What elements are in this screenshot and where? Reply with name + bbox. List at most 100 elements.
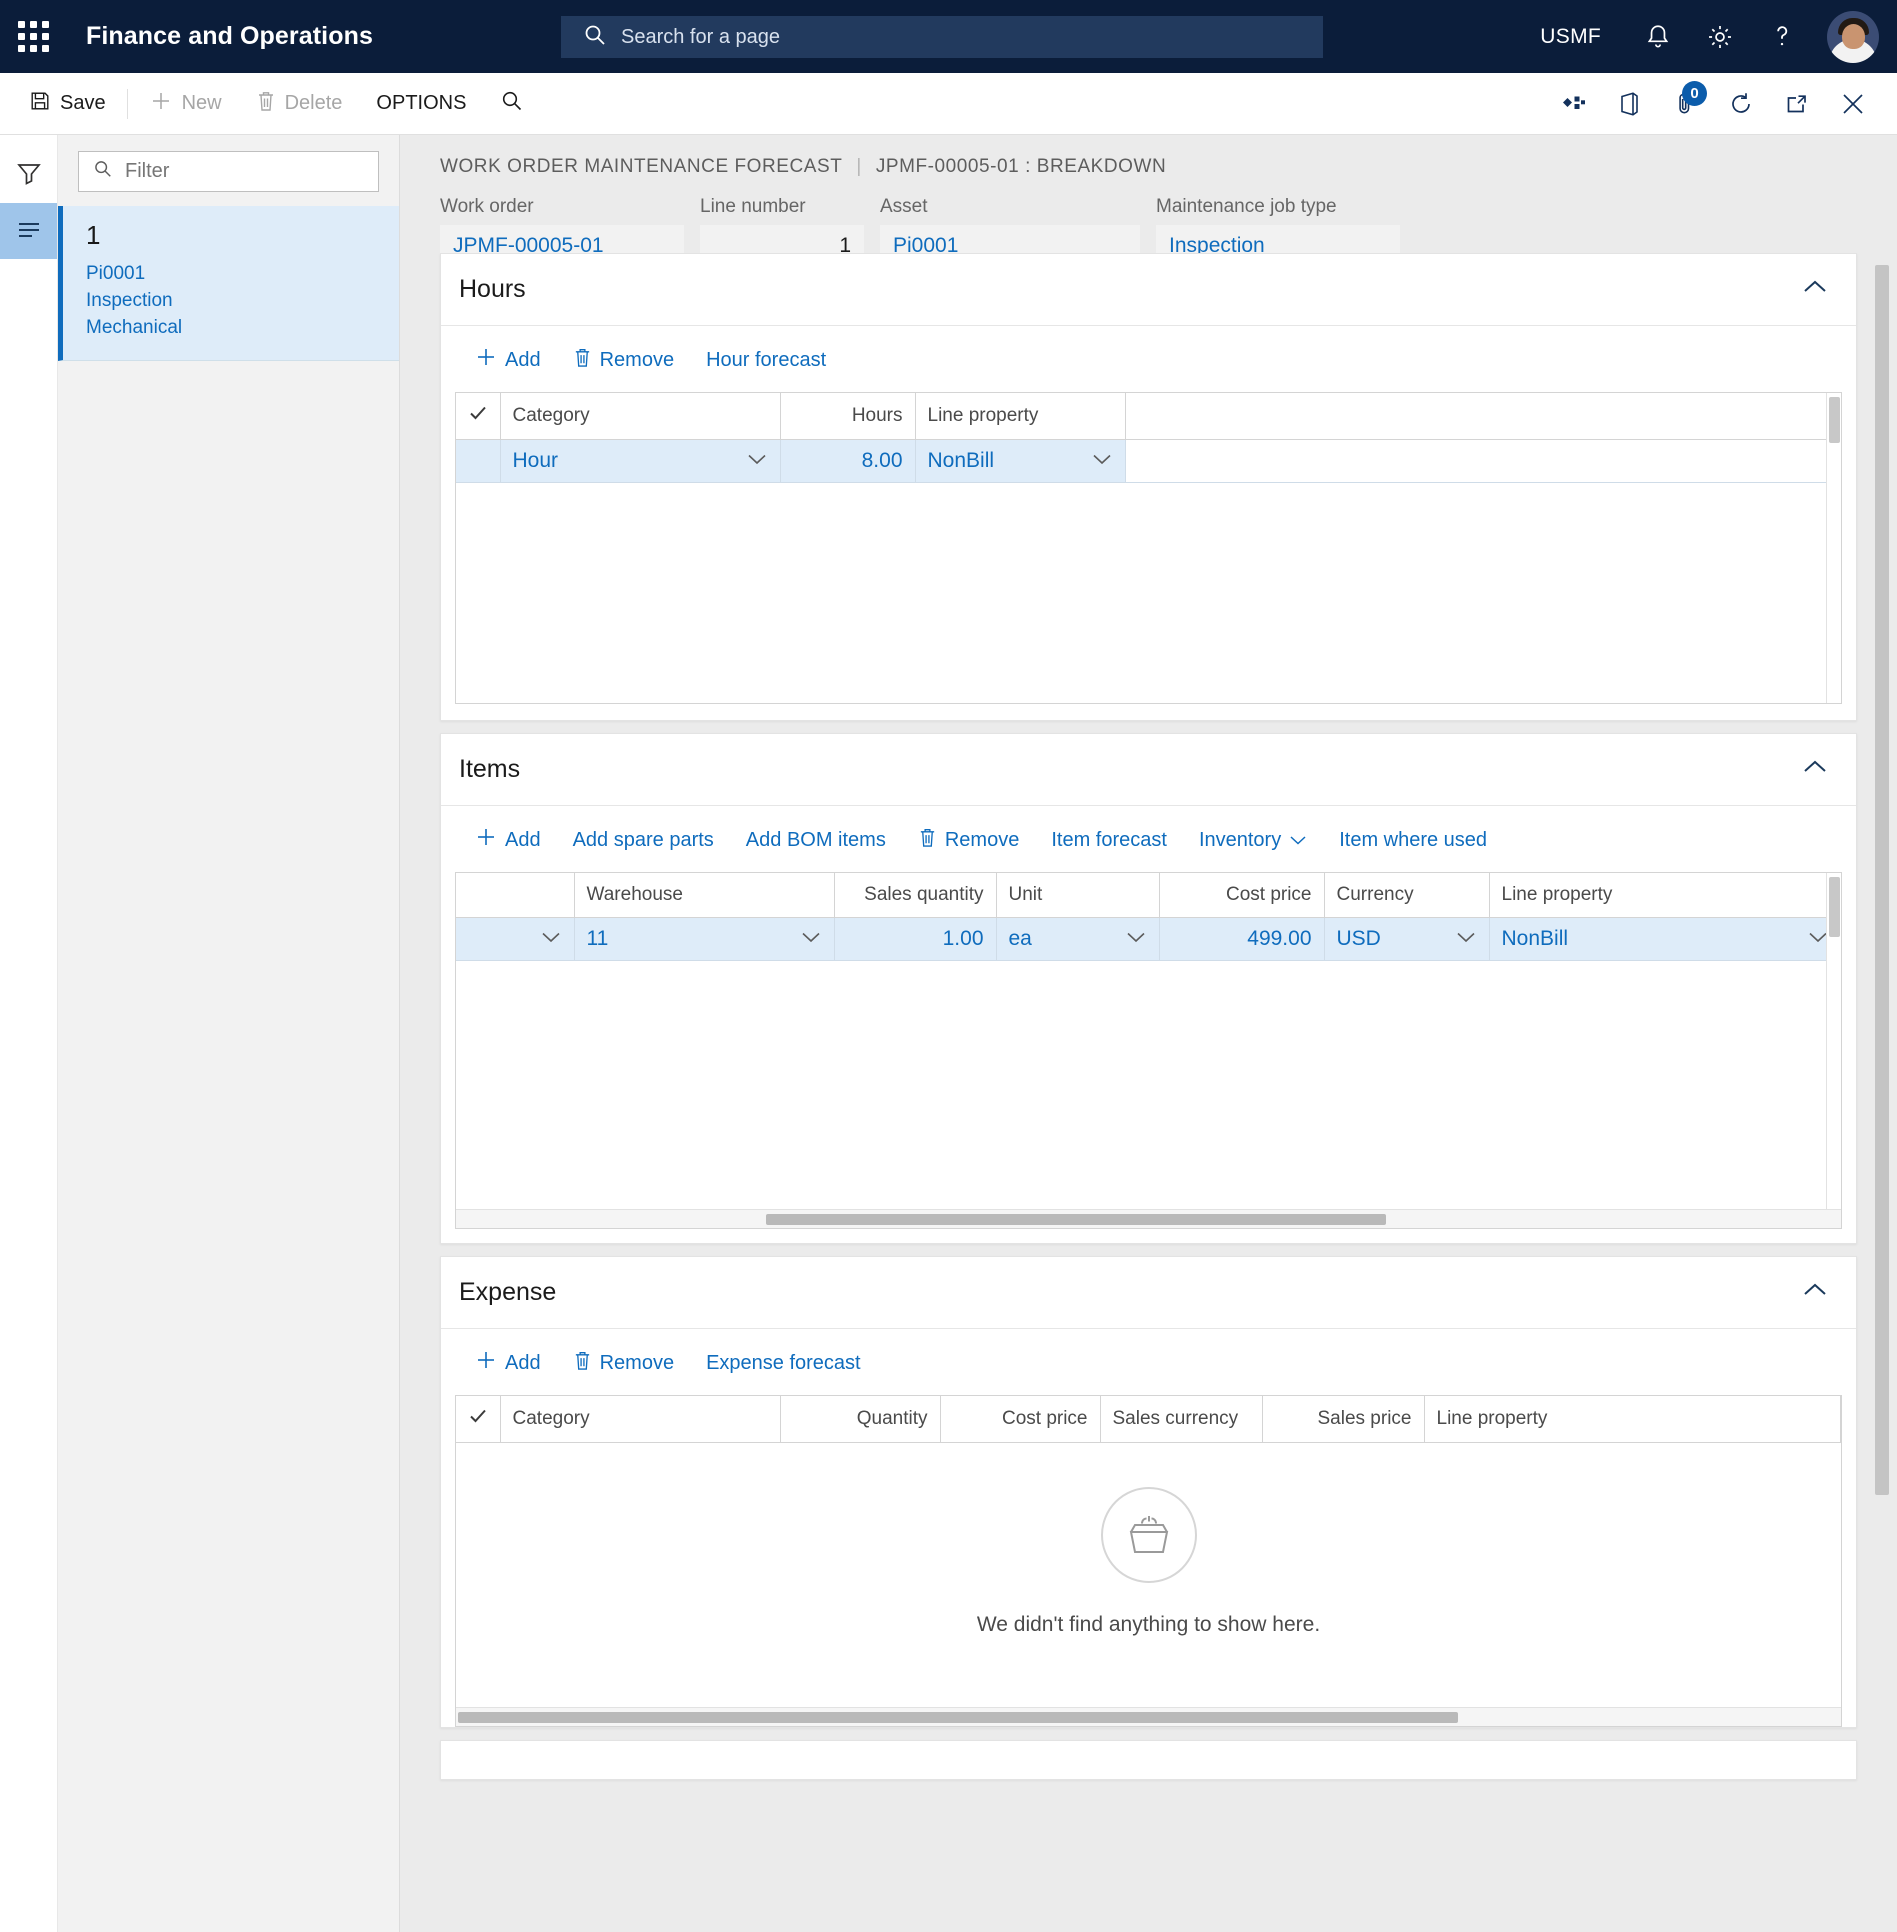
app-launcher-button[interactable] <box>0 21 66 52</box>
search-input[interactable] <box>621 25 1287 49</box>
hours-col-hours[interactable]: Hours <box>780 393 916 440</box>
expense-col-quantity[interactable]: Quantity <box>780 1396 941 1443</box>
items-cell-currency[interactable]: USD <box>1324 917 1490 961</box>
expense-col-sales-currency[interactable]: Sales currency <box>1100 1396 1263 1443</box>
items-grid-vertical-scrollbar[interactable] <box>1826 873 1841 1228</box>
new-button[interactable]: New <box>132 82 239 126</box>
add-bom-items-label: Add BOM items <box>745 828 886 851</box>
hours-section-header[interactable]: Hours <box>441 254 1856 326</box>
options-button[interactable]: OPTIONS <box>359 82 483 126</box>
plus-icon <box>149 89 173 119</box>
add-spare-parts-button[interactable]: Add spare parts <box>557 823 730 858</box>
hours-section-title: Hours <box>459 275 526 303</box>
avatar[interactable] <box>1827 10 1879 63</box>
hours-cell-hours[interactable]: 8.00 <box>780 439 916 483</box>
expense-col-category[interactable]: Category <box>500 1396 781 1443</box>
chevron-down-icon[interactable] <box>800 929 822 949</box>
items-remove-button[interactable]: Remove <box>902 821 1035 860</box>
expense-grid-horizontal-scrollbar[interactable] <box>456 1707 1841 1726</box>
expense-col-cost-price[interactable]: Cost price <box>940 1396 1101 1443</box>
items-cell-sales-quantity[interactable]: 1.00 <box>834 917 997 961</box>
filter-input[interactable] <box>125 160 353 183</box>
table-row[interactable]: Hour 8.00 NonBill <box>456 439 1841 483</box>
hours-cell-line-property[interactable]: NonBill <box>915 439 1126 483</box>
items-add-button[interactable]: Add <box>459 820 557 860</box>
item-where-used-button[interactable]: Item where used <box>1323 823 1503 858</box>
hours-remove-button[interactable]: Remove <box>557 341 690 380</box>
row-checkbox[interactable] <box>456 439 501 483</box>
items-col-sales-quantity[interactable]: Sales quantity <box>834 873 997 918</box>
save-disk-icon <box>29 90 51 118</box>
sections-scroll-area: Hours Add Remove Hour forecast Category … <box>400 253 1897 1932</box>
items-cell-unit[interactable]: ea <box>996 917 1160 961</box>
expense-add-button[interactable]: Add <box>459 1343 557 1383</box>
attachments-icon[interactable]: 0 <box>1657 80 1713 127</box>
save-button[interactable]: Save <box>12 82 123 126</box>
items-cell-lookup[interactable] <box>456 917 575 961</box>
filter-box[interactable] <box>78 151 379 192</box>
table-row[interactable]: 11 1.00 ea 499.00 USD NonBill <box>456 917 1841 961</box>
settings-gear-icon[interactable] <box>1689 0 1751 73</box>
chevron-down-icon[interactable] <box>1455 929 1477 949</box>
hours-cell-line-property-text: NonBill <box>927 449 995 472</box>
delete-button[interactable]: Delete <box>239 82 360 126</box>
main-vertical-scrollbar[interactable] <box>1875 259 1889 1924</box>
rail-filter-button[interactable] <box>0 147 57 203</box>
items-cell-line-property[interactable]: NonBill <box>1489 917 1841 961</box>
hours-col-category[interactable]: Category <box>500 393 781 440</box>
help-question-icon[interactable] <box>1751 0 1813 73</box>
chevron-down-icon[interactable] <box>540 929 562 949</box>
items-col-cost-price[interactable]: Cost price <box>1159 873 1325 918</box>
expense-remove-button[interactable]: Remove <box>557 1344 690 1383</box>
hour-forecast-button[interactable]: Hour forecast <box>690 343 842 378</box>
hours-add-button[interactable]: Add <box>459 340 557 380</box>
global-search[interactable] <box>561 16 1323 58</box>
items-section-header[interactable]: Items <box>441 734 1856 806</box>
select-all-checkbox[interactable] <box>456 1396 501 1443</box>
expense-grid-toolbar: Add Remove Expense forecast <box>441 1329 1856 1395</box>
open-in-new-window-icon[interactable] <box>1769 81 1825 127</box>
company-selector[interactable]: USMF <box>1514 25 1627 49</box>
expense-col-sales-price[interactable]: Sales price <box>1262 1396 1425 1443</box>
field-maintenance-job-type-label: Maintenance job type <box>1156 196 1337 217</box>
add-bom-items-button[interactable]: Add BOM items <box>730 823 902 858</box>
hours-grid-vertical-scrollbar[interactable] <box>1826 393 1841 703</box>
chevron-up-icon[interactable] <box>1802 1281 1828 1304</box>
items-cell-line-property-text: NonBill <box>1501 927 1569 950</box>
hours-col-line-property[interactable]: Line property <box>915 393 1126 440</box>
items-col-warehouse[interactable]: Warehouse <box>574 873 835 918</box>
refresh-icon[interactable] <box>1713 81 1769 127</box>
office-icon[interactable] <box>1601 81 1657 127</box>
command-search-button[interactable] <box>483 82 541 126</box>
list-item[interactable]: 1 Pi0001 Inspection Mechanical <box>58 206 399 361</box>
items-col-unit[interactable]: Unit <box>996 873 1160 918</box>
chevron-down-icon[interactable] <box>746 451 768 471</box>
main-content: WORK ORDER MAINTENANCE FORECAST | JPMF-0… <box>400 135 1897 1932</box>
expense-section-header[interactable]: Expense <box>441 1257 1856 1329</box>
inventory-menu-button[interactable]: Inventory <box>1183 823 1323 858</box>
items-col-lookup[interactable] <box>456 873 575 918</box>
expense-col-line-property[interactable]: Line property <box>1424 1396 1841 1443</box>
items-grid-toolbar: Add Add spare parts Add BOM items Remove… <box>441 806 1856 872</box>
hours-grid-toolbar: Add Remove Hour forecast <box>441 326 1856 392</box>
expense-forecast-button[interactable]: Expense forecast <box>690 1346 877 1381</box>
breadcrumb-page[interactable]: WORK ORDER MAINTENANCE FORECAST <box>440 156 842 178</box>
dynamics-apps-icon[interactable] <box>1545 81 1601 127</box>
chevron-up-icon[interactable] <box>1802 758 1828 781</box>
close-icon[interactable] <box>1825 81 1881 127</box>
chevron-down-icon[interactable] <box>1125 929 1147 949</box>
items-grid-horizontal-scrollbar[interactable] <box>456 1209 1841 1228</box>
chevron-up-icon[interactable] <box>1802 278 1828 301</box>
items-cell-cost-price[interactable]: 499.00 <box>1159 917 1325 961</box>
items-cell-warehouse[interactable]: 11 <box>574 917 835 961</box>
items-col-line-property[interactable]: Line property <box>1489 873 1841 918</box>
notification-bell-icon[interactable] <box>1627 0 1689 73</box>
rail-list-button[interactable] <box>0 203 57 259</box>
trash-icon <box>573 1350 592 1377</box>
items-col-currency[interactable]: Currency <box>1324 873 1490 918</box>
expense-empty-state: We didn't find anything to show here. <box>456 1443 1841 1707</box>
item-forecast-button[interactable]: Item forecast <box>1035 823 1183 858</box>
hours-cell-category[interactable]: Hour <box>500 439 781 483</box>
select-all-checkbox[interactable] <box>456 393 501 440</box>
chevron-down-icon[interactable] <box>1091 451 1113 471</box>
